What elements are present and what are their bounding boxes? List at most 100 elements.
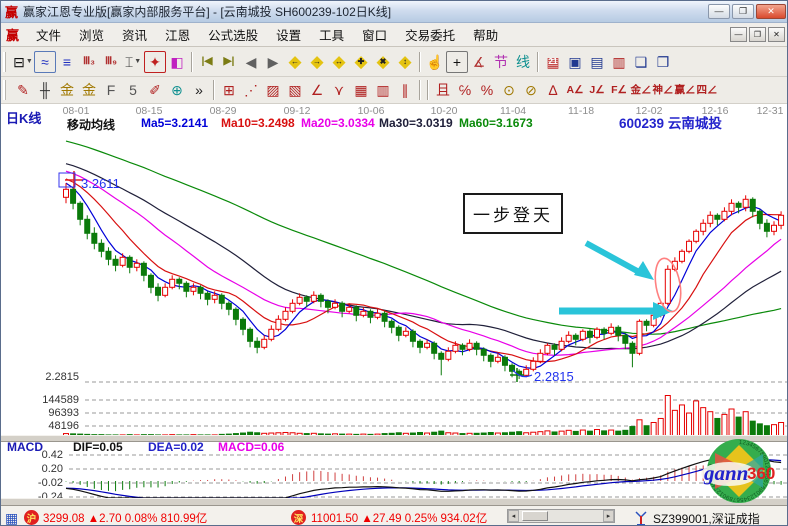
nine-bar-button[interactable]: Ⅲ₉: [100, 51, 122, 73]
three-bar-button[interactable]: Ⅲ₃: [78, 51, 100, 73]
toolbar-grip: [3, 80, 8, 100]
tool-si-angle-button[interactable]: 四∠: [696, 79, 718, 101]
brush-tool-button[interactable]: ✎: [12, 79, 34, 101]
menu-item-5[interactable]: 公式选股: [199, 22, 267, 47]
calendar-button[interactable]: ▦21: [542, 51, 564, 73]
tool-circle-gold-button-glyph: ⊙: [503, 83, 515, 97]
macd-plot: [66, 456, 781, 498]
f-grid-button[interactable]: F: [100, 79, 122, 101]
tool-circle-slash-button[interactable]: ⊘: [520, 79, 542, 101]
price-grid-button[interactable]: ▦: [350, 79, 372, 101]
tool-j-angle-button[interactable]: J∠: [586, 79, 608, 101]
close-button[interactable]: ✕: [756, 4, 786, 19]
kline-period-button[interactable]: ⊟▼: [12, 51, 34, 73]
candle-body: [106, 251, 111, 259]
tool-ying-angle-button[interactable]: 赢∠: [674, 79, 696, 101]
bottom-splitter[interactable]: [1, 498, 788, 506]
tool-percent-button[interactable]: %: [476, 79, 498, 101]
last-bar-button[interactable]: ▶|: [218, 51, 240, 73]
gold-grid-button[interactable]: 金: [56, 79, 78, 101]
gann-fan-button[interactable]: ⋰: [240, 79, 262, 101]
grid-tool-button-glyph: ╫: [40, 83, 50, 97]
sz-change: ▲27.49: [361, 513, 401, 525]
fan-box-button[interactable]: ▨: [262, 79, 284, 101]
calculator-button[interactable]: ▣: [564, 51, 586, 73]
scroll-thumb[interactable]: [522, 511, 548, 521]
scroll-right-icon[interactable]: ▸: [603, 510, 614, 522]
save-button[interactable]: ▥: [608, 51, 630, 73]
more-tools-button[interactable]: »: [188, 79, 210, 101]
diamond-x-button[interactable]: ◆✖: [372, 51, 394, 73]
tool-pct-ratio-button[interactable]: ℅: [454, 79, 476, 101]
menu-item-8[interactable]: 窗口: [353, 22, 396, 47]
candle-body: [587, 331, 592, 337]
menu-item-10[interactable]: 帮助: [464, 22, 507, 47]
info-list-button[interactable]: ≡: [56, 51, 78, 73]
child-minimize-button[interactable]: —: [730, 27, 747, 42]
gold-grid2-button[interactable]: 金: [78, 79, 100, 101]
tool-gold-angle-button[interactable]: 金∠: [630, 79, 652, 101]
candle-body: [779, 215, 784, 225]
scroll-left-icon[interactable]: ◂: [508, 510, 519, 522]
gann-cycle-button[interactable]: 节: [490, 51, 512, 73]
menu-item-4[interactable]: 江恩: [156, 22, 199, 47]
tool-qie-button[interactable]: 且: [432, 79, 454, 101]
child-close-button[interactable]: ✕: [768, 27, 785, 42]
restore-button[interactable]: ❐: [732, 4, 754, 19]
tool-shen-angle-button[interactable]: 神∠: [652, 79, 674, 101]
chip-figure-button[interactable]: ✦: [144, 51, 166, 73]
diagonal-arrow-head: [634, 261, 654, 280]
line-tool-button[interactable]: 线: [512, 51, 534, 73]
tool-circle-gold-button[interactable]: ⊙: [498, 79, 520, 101]
memo-button[interactable]: ▤: [586, 51, 608, 73]
menu-item-1[interactable]: 文件: [27, 22, 70, 47]
menu-item-7[interactable]: 工具: [310, 22, 353, 47]
diamond-plus-button[interactable]: ◆✚: [350, 51, 372, 73]
candle-body: [736, 203, 741, 207]
menu-item-2[interactable]: 浏览: [70, 22, 113, 47]
profile-chart-button[interactable]: ◧: [166, 51, 188, 73]
diamond-arrow-glyph: →: [313, 58, 321, 66]
fan-box2-button[interactable]: ▧: [284, 79, 306, 101]
minimize-button[interactable]: —: [708, 4, 730, 19]
slant-line-button[interactable]: ∥: [394, 79, 416, 101]
diamond-ud-button[interactable]: ◆↕: [394, 51, 416, 73]
child-restore-button[interactable]: ❐: [749, 27, 766, 42]
crosshair-button[interactable]: +: [446, 51, 468, 73]
menu-item-9[interactable]: 交易委托: [396, 22, 464, 47]
status-scrollbar[interactable]: ◂ ▸: [507, 509, 615, 523]
globe-tool-button[interactable]: ⊕: [166, 79, 188, 101]
tool-a-angle-button[interactable]: A∠: [564, 79, 586, 101]
diamond-left-button[interactable]: ◆←: [284, 51, 306, 73]
first-bar-button[interactable]: |◀: [196, 51, 218, 73]
candle-body: [311, 295, 316, 301]
gann-box-button[interactable]: ⊞: [218, 79, 240, 101]
calendar-status-icon[interactable]: ▦: [5, 510, 18, 526]
export-button[interactable]: ❐: [652, 51, 674, 73]
tool-f-angle-button[interactable]: F∠: [608, 79, 630, 101]
five-grid-button[interactable]: 5: [122, 79, 144, 101]
grid-tool-button[interactable]: ╫: [34, 79, 56, 101]
menubar: 赢 文件浏览资讯江恩公式选股设置工具窗口交易委托帮助 —❐✕: [1, 23, 788, 47]
pane-divider[interactable]: [1, 435, 788, 442]
col-grid-button[interactable]: ▥: [372, 79, 394, 101]
send-button[interactable]: ❏: [630, 51, 652, 73]
next-bar-button[interactable]: ▶: [262, 51, 284, 73]
pan-tool-button[interactable]: ☝: [424, 51, 446, 73]
candle-style-button[interactable]: ⌶▼: [122, 51, 144, 73]
diamond-lr-button[interactable]: ◆↔: [328, 51, 350, 73]
macd-pane-label: MACD: [7, 440, 43, 454]
menu-item-3[interactable]: 资讯: [113, 22, 156, 47]
tool-delta-button[interactable]: ∆: [542, 79, 564, 101]
mark-pen-button[interactable]: ✐: [144, 79, 166, 101]
vee-line-button[interactable]: ⋎: [328, 79, 350, 101]
candle-body: [552, 345, 557, 349]
menu-item-6[interactable]: 设置: [267, 22, 310, 47]
prev-bar-button[interactable]: ◀: [240, 51, 262, 73]
current-index-label[interactable]: SZ399001,深证成指: [653, 510, 760, 526]
wave-overlay-button[interactable]: ≈: [34, 51, 56, 73]
angle-tool-button[interactable]: ∡: [468, 51, 490, 73]
angle-line-button[interactable]: ∠: [306, 79, 328, 101]
annotation-box[interactable]: 一步登天: [463, 193, 563, 234]
diamond-right-button[interactable]: ◆→: [306, 51, 328, 73]
